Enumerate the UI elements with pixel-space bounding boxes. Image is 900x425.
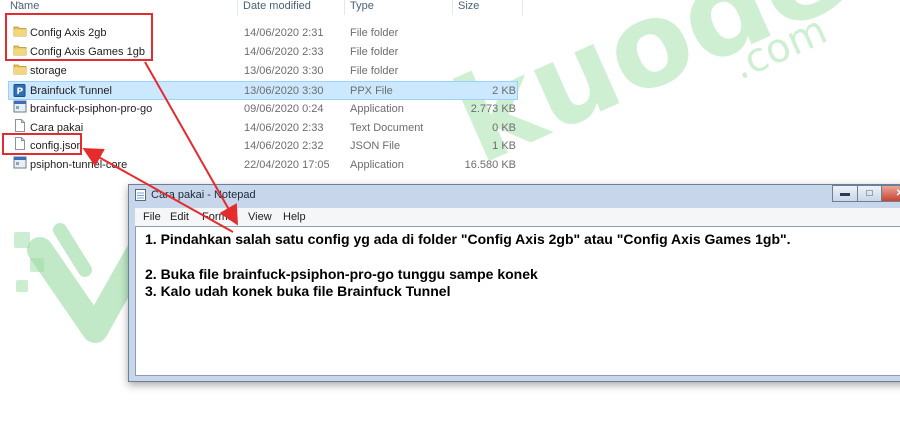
file-type: Text Document [350,121,424,134]
file-name: brainfuck-psiphon-pro-go [30,102,153,115]
file-row[interactable]: storage 13/06/2020 3:30 File folder [0,62,520,81]
notepad-icon [135,189,146,201]
menu-view[interactable]: View [248,211,272,223]
file-name: psiphon-tunnel-core [30,159,128,172]
highlight-config-json [2,133,82,155]
menu-file[interactable]: File [143,211,161,223]
ppx-file-icon: P [13,83,27,97]
watermark-suffix: .com [725,7,833,89]
text-file-icon [13,118,27,132]
maximize-button[interactable]: □ [857,185,882,202]
file-size: 2.773 KB [470,102,516,115]
menu-edit[interactable]: Edit [170,211,189,223]
notepad-window: Cara pakai - Notepad ▬ □ ✕ File Edit For… [128,184,900,382]
file-type: Application [350,102,404,115]
file-date: 14/06/2020 2:33 [244,45,324,58]
svg-text:P: P [17,87,24,97]
file-date: 13/06/2020 3:30 [244,84,324,97]
column-header-size[interactable]: Size [458,0,479,15]
file-type: File folder [350,27,399,39]
notepad-text-area[interactable]: 1. Pindahkan salah satu config yg ada di… [135,226,900,376]
text-line-3: 2. Buka file brainfuck-psiphon-pro-go tu… [145,266,538,282]
file-size: 2 KB [492,84,516,97]
file-row[interactable]: brainfuck-psiphon-pro-go 09/06/2020 0:24 A… [0,100,520,119]
minimize-button[interactable]: ▬ [832,185,858,202]
file-date: 22/04/2020 17:05 [244,159,330,172]
file-size: 1 KB [492,140,516,153]
file-type: PPX File [350,84,393,97]
close-button[interactable]: ✕ [881,185,900,202]
file-type: Application [350,159,404,172]
file-date: 14/06/2020 2:31 [244,27,324,39]
file-date: 13/06/2020 3:30 [244,64,324,77]
highlight-config-folders [5,13,153,61]
menu-bar: File Edit Format View Help [135,208,900,226]
file-date: 14/06/2020 2:32 [244,140,324,153]
application-icon [13,156,27,169]
file-name: storage [30,64,67,77]
column-header-date[interactable]: Date modified [243,0,311,15]
file-date: 14/06/2020 2:33 [244,121,324,134]
file-date: 09/06/2020 0:24 [244,102,324,115]
menu-format[interactable]: Format [202,211,237,223]
file-row[interactable]: psiphon-tunnel-core 22/04/2020 17:05 Appli… [0,156,520,175]
application-icon [13,100,27,113]
file-size: 0 KB [492,121,516,134]
file-size: 16.580 KB [464,159,516,172]
menu-help[interactable]: Help [283,211,306,223]
file-row[interactable]: P Brainfuck Tunnel 13/06/2020 3:30 PPX File… [8,80,518,100]
file-type: JSON File [350,140,401,153]
notepad-title: Cara pakai - Notepad [151,189,256,201]
file-type: File folder [350,64,399,77]
file-type: File folder [350,45,399,58]
folder-icon [13,62,27,75]
file-name: Brainfuck Tunnel [30,84,112,97]
column-header-type[interactable]: Type [350,0,374,15]
text-line-4: 3. Kalo udah konek buka file Brainfuck T… [145,283,451,299]
text-line-1: 1. Pindahkan salah satu config yg ada di… [145,231,791,247]
